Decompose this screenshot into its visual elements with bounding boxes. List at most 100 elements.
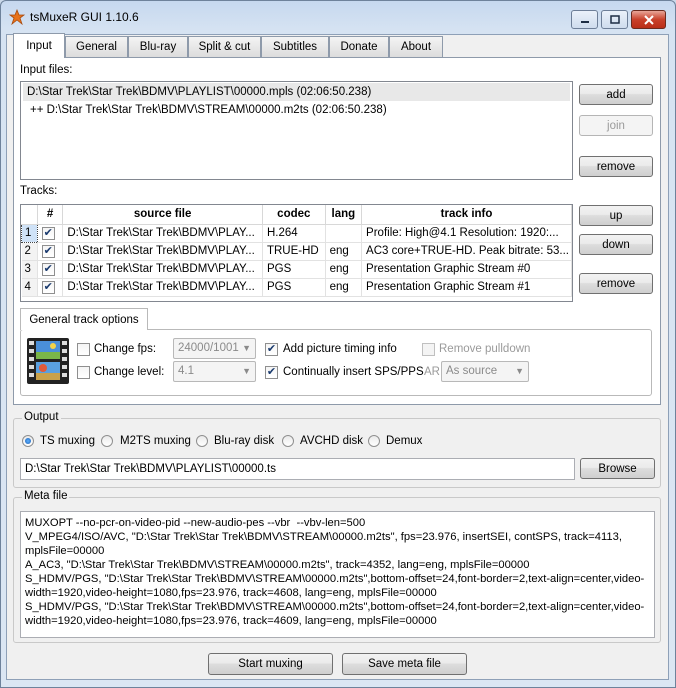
change-fps-checkbox[interactable] [77, 343, 90, 356]
tab-input[interactable]: Input [13, 33, 65, 58]
column-header-number[interactable]: # [37, 205, 64, 225]
column-header-track-info[interactable]: track info [361, 205, 572, 225]
app-icon [9, 9, 25, 25]
track-source-file: D:\Star Trek\Star Trek\BDMV\PLAY... [62, 260, 263, 279]
meta-file-textarea[interactable]: MUXOPT --no-pcr-on-video-pid --new-audio… [20, 511, 655, 638]
tracks-header-row: # source file codec lang track info [21, 205, 572, 225]
m2ts-muxing-label[interactable]: M2TS muxing [120, 435, 191, 447]
insert-sps-checkbox[interactable]: ✔ [265, 366, 278, 379]
demux-label[interactable]: Demux [386, 435, 422, 447]
meta-line: V_MPEG4/ISO/AVC, "D:\Star Trek\Star Trek… [25, 531, 622, 543]
tracks-label: Tracks: [20, 185, 58, 197]
meta-line: A_AC3, "D:\Star Trek\Star Trek\BDMV\STRE… [25, 559, 530, 571]
track-options-panel [20, 329, 652, 396]
m2ts-muxing-radio[interactable] [101, 435, 113, 447]
input-file-item[interactable]: ++ D:\Star Trek\Star Trek\BDMV\STREAM\00… [23, 101, 387, 119]
remove-pulldown-checkbox[interactable] [422, 343, 435, 356]
tab-blu-ray[interactable]: Blu-ray [128, 36, 188, 57]
close-window-button[interactable] [631, 10, 666, 29]
start-muxing-button[interactable]: Start muxing [208, 653, 333, 675]
join-button[interactable]: join [579, 115, 653, 136]
insert-sps-label: Continually insert SPS/PPS [283, 366, 424, 378]
add-picture-timing-checkbox[interactable]: ✔ [265, 343, 278, 356]
chevron-down-icon: ▼ [242, 366, 251, 376]
track-info: Presentation Graphic Stream #0 [361, 260, 572, 279]
track-info: Profile: High@4.1 Resolution: 1920:... [361, 224, 572, 243]
track-codec: TRUE-HD [262, 242, 326, 261]
ts-muxing-label[interactable]: TS muxing [40, 435, 95, 447]
track-enabled-checkbox[interactable]: ✔ [41, 280, 55, 294]
input-file-item[interactable]: D:\Star Trek\Star Trek\BDMV\PLAYLIST\000… [23, 83, 570, 101]
change-fps-label: Change fps: [94, 343, 157, 355]
title-bar[interactable]: tsMuxeR GUI 1.10.6 [0, 0, 674, 34]
film-icon [27, 338, 69, 384]
tracks-table: # source file codec lang track info 1 ✔ … [21, 205, 572, 297]
fps-value: 24000/1001 [178, 342, 239, 354]
track-lang[interactable]: eng [325, 278, 363, 297]
add-picture-timing-label: Add picture timing info [283, 343, 397, 355]
track-codec: H.264 [262, 224, 326, 243]
minimize-button[interactable] [571, 10, 598, 29]
browse-button[interactable]: Browse [580, 458, 655, 479]
move-up-button[interactable]: up [579, 205, 653, 226]
track-source-file: D:\Star Trek\Star Trek\BDMV\PLAY... [62, 242, 263, 261]
radio-selected-dot [25, 438, 31, 444]
add-button[interactable]: add [579, 84, 653, 105]
track-row[interactable]: 2 ✔ D:\Star Trek\Star Trek\BDMV\PLAY... … [21, 242, 572, 261]
tab-about[interactable]: About [389, 36, 443, 57]
ar-label: AR [424, 366, 440, 378]
chevron-down-icon: ▼ [242, 343, 251, 353]
track-row[interactable]: 3 ✔ D:\Star Trek\Star Trek\BDMV\PLAY... … [21, 260, 572, 279]
tracks-table-container: # source file codec lang track info 1 ✔ … [20, 204, 573, 302]
input-files-list[interactable]: D:\Star Trek\Star Trek\BDMV\PLAYLIST\000… [20, 81, 573, 180]
change-level-checkbox[interactable] [77, 366, 90, 379]
remove-file-button[interactable]: remove [579, 156, 653, 177]
remove-track-button[interactable]: remove [579, 273, 653, 294]
track-row[interactable]: 4 ✔ D:\Star Trek\Star Trek\BDMV\PLAY... … [21, 278, 572, 297]
blu-ray-disk-label[interactable]: Blu-ray disk [214, 435, 274, 447]
column-header-codec[interactable]: codec [262, 205, 326, 225]
track-enabled-checkbox[interactable]: ✔ [41, 262, 55, 276]
track-number: 2 [21, 242, 38, 261]
output-path-input[interactable]: D:\Star Trek\Star Trek\BDMV\PLAYLIST\000… [20, 458, 575, 480]
track-lang[interactable] [325, 224, 363, 243]
meta-line: MUXOPT --no-pcr-on-video-pid --new-audio… [25, 517, 366, 529]
track-enabled-checkbox[interactable]: ✔ [41, 226, 55, 240]
ar-select[interactable]: As source ▼ [441, 361, 529, 382]
move-down-button[interactable]: down [579, 234, 653, 255]
fps-select[interactable]: 24000/1001 ▼ [173, 338, 256, 359]
minimize-icon [580, 20, 589, 23]
meta-line: S_HDMV/PGS, "D:\Star Trek\Star Trek\BDMV… [25, 601, 645, 613]
meta-line: width=1920,video-height=1080,fps=23.976,… [25, 587, 437, 599]
blu-ray-disk-radio[interactable] [196, 435, 208, 447]
save-meta-file-button[interactable]: Save meta file [342, 653, 467, 675]
track-codec: PGS [262, 278, 326, 297]
track-checkbox-cell: ✔ [37, 242, 64, 261]
track-row[interactable]: 1 ✔ D:\Star Trek\Star Trek\BDMV\PLAY... … [21, 223, 572, 243]
level-select[interactable]: 4.1 ▼ [173, 361, 256, 382]
tab-general[interactable]: General [65, 36, 128, 57]
tab-subtitles[interactable]: Subtitles [261, 36, 329, 57]
demux-radio[interactable] [368, 435, 380, 447]
tab-donate[interactable]: Donate [329, 36, 389, 57]
track-number: 3 [21, 260, 38, 279]
track-checkbox-cell: ✔ [37, 278, 64, 297]
avchd-disk-radio[interactable] [282, 435, 294, 447]
column-header-lang[interactable]: lang [325, 205, 363, 225]
track-source-file: D:\Star Trek\Star Trek\BDMV\PLAY... [62, 278, 263, 297]
tab-split-cut[interactable]: Split & cut [188, 36, 261, 57]
window-title: tsMuxeR GUI 1.10.6 [30, 10, 139, 24]
avchd-disk-label[interactable]: AVCHD disk [300, 435, 363, 447]
ar-value: As source [446, 365, 498, 377]
maximize-button[interactable] [601, 10, 628, 29]
chevron-down-icon: ▼ [515, 366, 524, 376]
track-lang[interactable]: eng [325, 260, 363, 279]
ts-muxing-radio[interactable] [22, 435, 34, 447]
tab-general-track-options[interactable]: General track options [20, 308, 148, 330]
meta-file-label: Meta file [22, 490, 70, 502]
track-lang[interactable]: eng [325, 242, 363, 261]
track-enabled-checkbox[interactable]: ✔ [41, 244, 55, 258]
change-level-label: Change level: [94, 366, 165, 378]
column-header-checkbox [21, 205, 38, 225]
column-header-source-file[interactable]: source file [62, 205, 263, 225]
